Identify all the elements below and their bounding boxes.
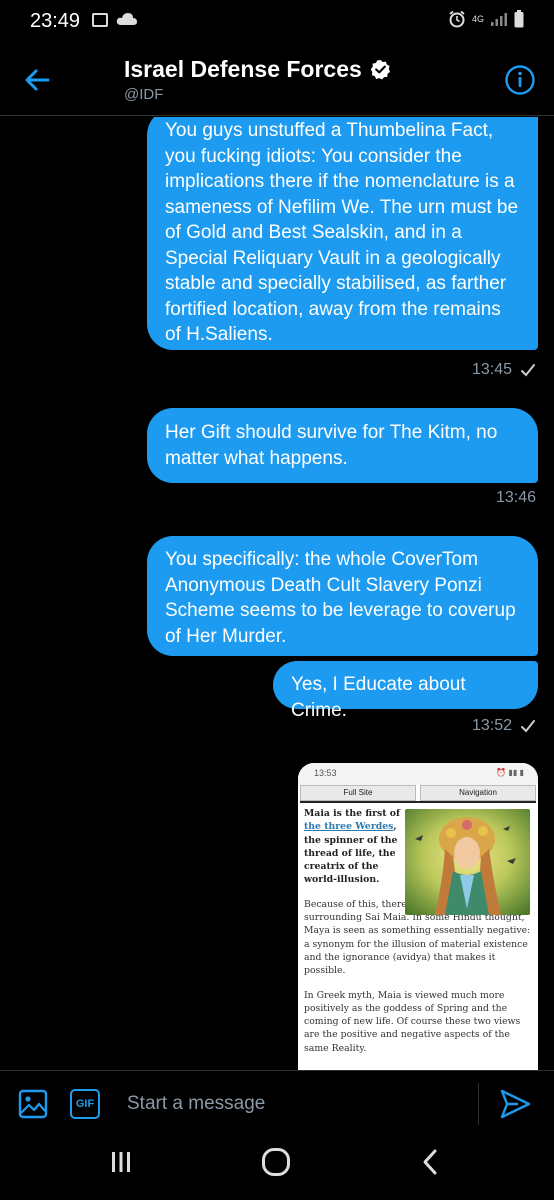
composer-divider [478, 1083, 479, 1125]
cloud-icon [116, 13, 137, 25]
attachment-status-time: 13:53 [314, 768, 337, 778]
message-composer: GIF [0, 1070, 554, 1136]
attachment-article: Maia is the first of the three Werdes, t… [300, 801, 536, 1070]
gallery-icon [92, 13, 108, 27]
account-handle: @IDF [124, 86, 164, 103]
nav-back-icon[interactable] [420, 1148, 440, 1176]
attachment-status-icons: ⏰ ▮▮ ▮ [496, 768, 524, 777]
sent-check-icon [521, 720, 535, 733]
message-bubble[interactable]: You guys unstuffed a Thumbelina Fact, yo… [147, 117, 538, 350]
maia-portrait-image [405, 809, 530, 915]
message-timestamp: 13:46 [496, 489, 536, 507]
attachment-status-bar: 13:53 ⏰ ▮▮ ▮ [298, 763, 538, 785]
verified-badge-icon [370, 59, 390, 80]
navigation-button: Navigation [420, 785, 536, 801]
home-icon[interactable] [262, 1148, 290, 1176]
image-upload-icon[interactable] [18, 1089, 48, 1119]
message-input[interactable] [114, 1081, 464, 1127]
message-bubble[interactable]: You specifically: the whole CoverTom Ano… [147, 536, 538, 656]
article-lead: Maia is the first of the three Werdes, t… [304, 807, 402, 887]
data-icon: 4G [472, 13, 485, 24]
message-timestamp: 13:45 [472, 361, 536, 379]
conversation-title[interactable]: Israel Defense Forces [124, 56, 391, 83]
message-bubble[interactable]: Yes, I Educate about Crime. [273, 661, 538, 721]
timestamp-text: 13:52 [471, 717, 512, 734]
timestamp-text: 13:45 [471, 361, 512, 378]
message-bubble[interactable]: Her Gift should survive for The Kitm, no… [147, 408, 538, 483]
full-site-button: Full Site [300, 785, 416, 801]
status-bar: 23:49 4G [0, 0, 554, 44]
article-paragraph: In Greek myth, Maia is viewed much more … [304, 989, 521, 1054]
attachment-nav: Full Site Navigation [298, 785, 538, 801]
sent-check-icon [521, 364, 535, 377]
alarm-icon [449, 10, 465, 28]
signal-icon [491, 13, 507, 26]
timestamp-text: 13:46 [495, 489, 536, 506]
info-icon[interactable] [504, 64, 536, 96]
recents-icon[interactable] [110, 1150, 132, 1174]
gif-button[interactable]: GIF [70, 1089, 100, 1119]
battery-icon [514, 10, 524, 28]
three-werdes-link: the three Werdes [304, 821, 394, 833]
system-nav-bar [0, 1136, 554, 1200]
status-icons: 4G [448, 10, 524, 28]
back-arrow-icon[interactable] [20, 62, 56, 98]
account-name: Israel Defense Forces [124, 56, 362, 82]
conversation-header: Israel Defense Forces @IDF [0, 44, 554, 116]
send-icon[interactable] [498, 1087, 532, 1121]
message-list[interactable]: You guys unstuffed a Thumbelina Fact, yo… [0, 117, 554, 1070]
lead-text: Maia is the first of [304, 808, 400, 819]
message-timestamp: 13:52 [472, 717, 536, 735]
image-attachment[interactable]: 13:53 ⏰ ▮▮ ▮ Full Site Navigation Maia i… [298, 763, 538, 1070]
status-time: 23:49 [30, 10, 81, 32]
